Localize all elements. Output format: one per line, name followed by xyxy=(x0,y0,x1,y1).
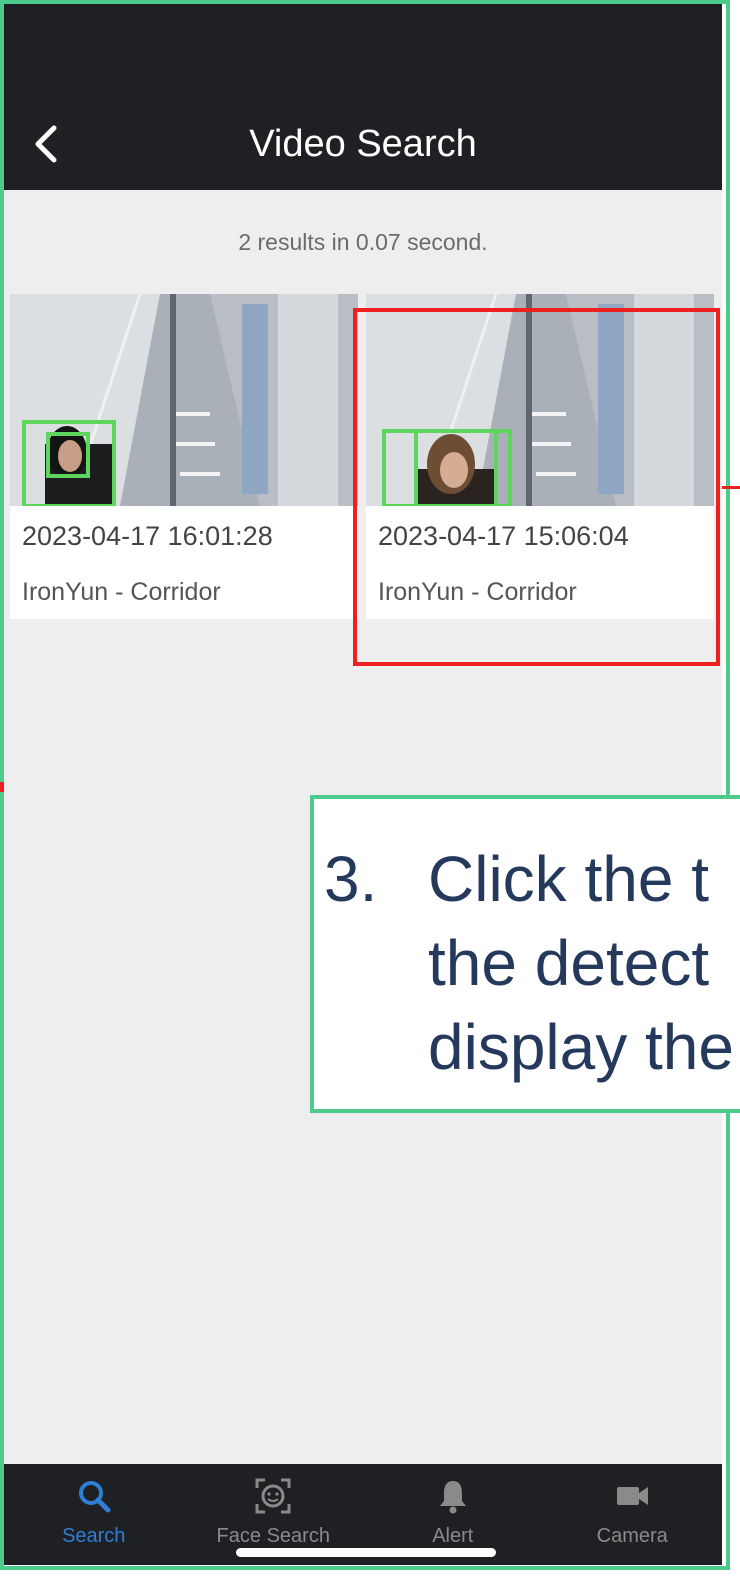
result-location: IronYun - Corridor xyxy=(22,578,221,606)
face-scan-icon xyxy=(255,1478,291,1514)
result-thumbnail[interactable] xyxy=(10,294,358,506)
tab-label: Face Search xyxy=(216,1525,330,1547)
callout-step-number: 3. xyxy=(324,843,378,915)
bell-icon xyxy=(439,1481,466,1514)
tab-label: Search xyxy=(62,1525,126,1547)
app-screen: Video Search 2 results in 0.07 second. 2… xyxy=(4,4,722,1565)
tab-camera[interactable]: Camera xyxy=(543,1464,723,1565)
connector-line xyxy=(722,486,740,489)
tab-label: Alert xyxy=(432,1525,474,1547)
video-camera-icon xyxy=(617,1487,649,1505)
top-bar: Video Search xyxy=(4,4,722,190)
search-icon xyxy=(78,1481,111,1513)
edge-mark xyxy=(0,782,4,792)
page-title: Video Search xyxy=(249,123,477,165)
result-card[interactable]: 2023-04-17 16:01:28 IronYun - Corridor xyxy=(10,294,358,619)
callout-text: Click the t the detect display the xyxy=(428,843,734,1083)
highlight-box xyxy=(353,308,720,666)
tab-label: Camera xyxy=(596,1525,668,1547)
instruction-callout: 3. Click the t the detect display the xyxy=(310,795,740,1113)
results-summary: 2 results in 0.07 second. xyxy=(238,229,488,255)
tab-search[interactable]: Search xyxy=(4,1464,184,1565)
result-timestamp: 2023-04-17 16:01:28 xyxy=(22,521,273,551)
home-indicator xyxy=(236,1548,496,1557)
